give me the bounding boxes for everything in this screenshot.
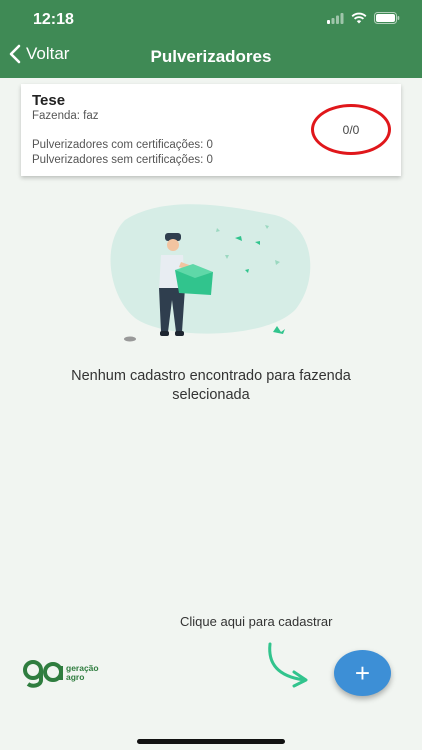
- count-value: 0/0: [342, 122, 360, 137]
- plus-icon: +: [354, 657, 371, 688]
- with-cert-label: Pulverizadores com certificações: 0: [32, 139, 213, 151]
- logo-mark: [23, 660, 63, 688]
- signal-icon: [327, 12, 344, 24]
- arrow-icon: [268, 642, 308, 688]
- add-hint: Clique aqui para cadastrar: [180, 614, 333, 629]
- back-chevron-icon: [9, 44, 21, 64]
- logo-text: geração agro: [66, 664, 99, 682]
- back-button[interactable]: Voltar: [8, 44, 69, 64]
- empty-illustration: [110, 204, 311, 342]
- battery-icon: [374, 12, 400, 24]
- wifi-icon: [351, 12, 367, 24]
- card-title: Tese: [32, 92, 66, 109]
- logo: geração agro: [22, 658, 99, 688]
- logo-line2: agro: [66, 672, 85, 682]
- farm-card[interactable]: Tese Fazenda: faz Pulverizadores com cer…: [21, 84, 401, 176]
- status-bar: 12:18: [0, 0, 422, 38]
- count-highlight: 0/0: [311, 104, 391, 155]
- farm-label: Fazenda: faz: [32, 110, 99, 122]
- back-label: Voltar: [26, 44, 70, 63]
- empty-message: Nenhum cadastro encontrado para fazenda …: [71, 368, 351, 403]
- add-button[interactable]: +: [334, 650, 391, 696]
- status-icons: [327, 12, 400, 24]
- status-time: 12:18: [33, 11, 74, 28]
- home-indicator: [137, 739, 285, 744]
- without-cert-label: Pulverizadores sem certificações: 0: [32, 154, 213, 166]
- nav-bar: Voltar Pulverizadores: [0, 38, 422, 78]
